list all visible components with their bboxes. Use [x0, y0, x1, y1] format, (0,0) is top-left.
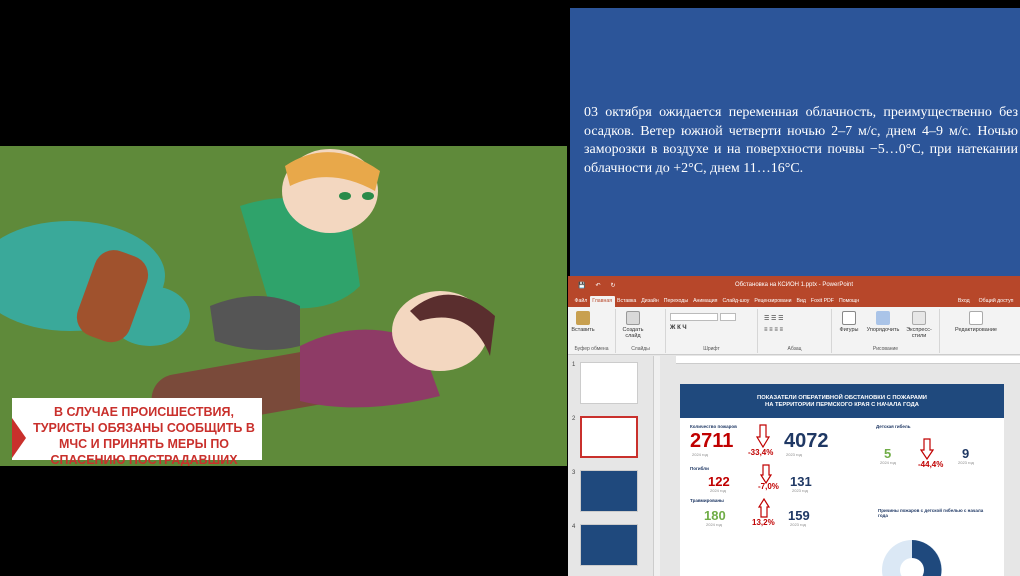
video-frame: В случае происшествия, туристы обязаны с…: [0, 146, 567, 466]
title-bar: 💾 ↶ ↻ Обстановка на КСИОН 1.pptx - Power…: [568, 276, 1020, 294]
group-clipboard: Вставить Буфер обмена: [568, 309, 616, 353]
down-arrow-icon: [756, 424, 770, 448]
down-arrow-icon: [760, 464, 772, 484]
new-slide-icon: [626, 311, 640, 325]
slide-thumb-2[interactable]: [580, 416, 638, 458]
down-arrow-icon: [920, 438, 934, 460]
share-button[interactable]: Общий доступ: [976, 298, 1016, 307]
ribbon-tabs: Файл Главная Вставка Дизайн Переходы Ани…: [568, 294, 1020, 307]
current-slide[interactable]: ПОКАЗАТЕЛИ ОПЕРАТИВНОЙ ОБСТАНОВКИ С ПОЖА…: [680, 384, 1004, 576]
bold-icon[interactable]: Ж К Ч: [670, 325, 687, 331]
list-icon[interactable]: ☰ ☰ ☰: [764, 315, 783, 322]
arrange-button[interactable]: Упорядочить: [866, 311, 900, 333]
window-title: Обстановка на КСИОН 1.pptx - PowerPoint: [734, 282, 854, 288]
arrange-icon: [876, 311, 890, 325]
shapes-button[interactable]: Фигуры: [834, 311, 864, 333]
editing-button[interactable]: Редактирование: [946, 311, 1006, 333]
slide-thumb-4[interactable]: [580, 524, 638, 566]
tab-view[interactable]: Вид: [794, 298, 808, 307]
caption-accent: [12, 418, 26, 458]
tab-design[interactable]: Дизайн: [639, 298, 661, 307]
group-drawing: Фигуры Упорядочить Экспресс-стили Рисова…: [832, 309, 940, 353]
sign-in-link[interactable]: Вход: [955, 298, 972, 307]
tab-insert[interactable]: Вставка: [615, 298, 639, 307]
tab-slideshow[interactable]: Слайд-шоу: [720, 298, 752, 307]
group-slides: Создать слайд Слайды: [616, 309, 666, 353]
tab-animation[interactable]: Анимация: [691, 298, 720, 307]
tab-home[interactable]: Главная: [589, 296, 615, 307]
tab-file[interactable]: Файл: [572, 298, 590, 307]
caption-text: В случае происшествия, туристы обязаны с…: [33, 405, 255, 466]
causes-pie-chart: [882, 540, 942, 576]
slide-thumb-3[interactable]: [580, 470, 638, 512]
slide-thumb-1[interactable]: [580, 362, 638, 404]
styles-icon: [912, 311, 926, 325]
font-size-field[interactable]: [720, 313, 736, 321]
group-paragraph: ☰ ☰ ☰ ≡ ≡ ≡ ≡ Абзац: [758, 309, 832, 353]
paste-icon: [576, 311, 590, 325]
tab-transitions[interactable]: Переходы: [661, 298, 690, 307]
slide-thumbnails: 1 2 3 4: [568, 356, 654, 576]
slide-header: ПОКАЗАТЕЛИ ОПЕРАТИВНОЙ ОБСТАНОВКИ С ПОЖА…: [680, 384, 1004, 418]
group-font: Ж К Ч Шрифт: [666, 309, 758, 353]
paste-button[interactable]: Вставить: [570, 311, 596, 333]
font-name-field[interactable]: [670, 313, 718, 321]
search-icon: [969, 311, 983, 325]
ruler: [676, 356, 1020, 364]
ribbon: Вставить Буфер обмена Создать слайд Слай…: [568, 307, 1020, 355]
powerpoint-window: 💾 ↶ ↻ Обстановка на КСИОН 1.pptx - Power…: [568, 276, 1020, 576]
quick-styles-button[interactable]: Экспресс-стили: [902, 311, 936, 339]
shapes-icon: [842, 311, 856, 325]
weather-text: 03 октября ожидается переменная облачнос…: [584, 105, 1018, 176]
weather-panel: 03 октября ожидается переменная облачнос…: [570, 8, 1020, 276]
align-icon[interactable]: ≡ ≡ ≡ ≡: [764, 327, 783, 333]
tab-help[interactable]: Помощн: [836, 298, 861, 307]
slide-editor: ПОКАЗАТЕЛИ ОПЕРАТИВНОЙ ОБСТАНОВКИ С ПОЖА…: [660, 364, 1020, 576]
tab-review[interactable]: Рецензировани: [752, 298, 794, 307]
up-arrow-icon: [758, 498, 770, 518]
tab-foxit[interactable]: Foxit PDF: [808, 298, 836, 307]
warning-caption: В случае происшествия, туристы обязаны с…: [12, 398, 262, 466]
new-slide-button[interactable]: Создать слайд: [620, 311, 646, 339]
